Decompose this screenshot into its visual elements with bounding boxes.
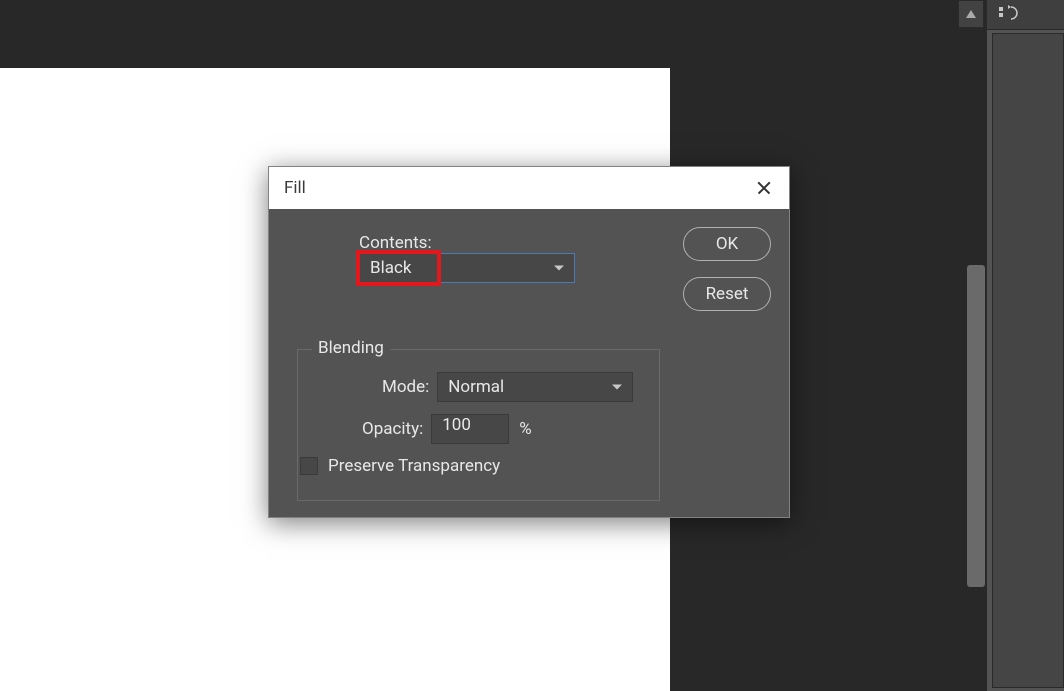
right-panel-header [987,0,1064,30]
opacity-unit: % [519,419,531,439]
contents-value: Black [370,258,412,278]
mode-label: Mode: [382,377,429,397]
dialog-body: Contents: Black OK Reset Blending Mode: … [269,209,789,249]
dialog-titlebar[interactable]: Fill [269,167,789,209]
chevron-down-icon [612,385,622,390]
mode-row: Mode: Normal [382,372,633,402]
contents-label: Contents: [359,233,432,253]
dialog-title: Fill [284,178,306,198]
preserve-transparency-checkbox[interactable] [300,457,318,475]
history-icon[interactable] [999,5,1019,23]
reset-button[interactable]: Reset [683,277,771,311]
close-button[interactable] [754,178,774,198]
chevron-down-icon [554,266,564,271]
ok-button[interactable]: OK [683,227,771,261]
mode-dropdown[interactable]: Normal [437,372,633,402]
blending-fieldset: Blending Mode: Normal Opacity: 100 % Pre… [297,349,660,501]
fill-dialog: Fill Contents: Black OK Reset Blending M… [268,166,790,518]
opacity-input[interactable]: 100 [431,414,509,444]
preserve-transparency-label: Preserve Transparency [328,456,500,476]
vertical-scrollbar[interactable] [967,265,985,587]
contents-dropdown[interactable]: Black [359,253,575,283]
right-panel-body [992,33,1064,688]
mode-value: Normal [448,377,504,397]
blending-legend: Blending [312,338,390,358]
panel-collapse-arrow[interactable] [958,0,984,28]
opacity-row: Opacity: 100 % [362,414,532,444]
preserve-transparency-row: Preserve Transparency [300,456,500,476]
opacity-label: Opacity: [362,419,423,439]
contents-row: Contents: Black [359,233,575,283]
right-panel [986,0,1064,691]
